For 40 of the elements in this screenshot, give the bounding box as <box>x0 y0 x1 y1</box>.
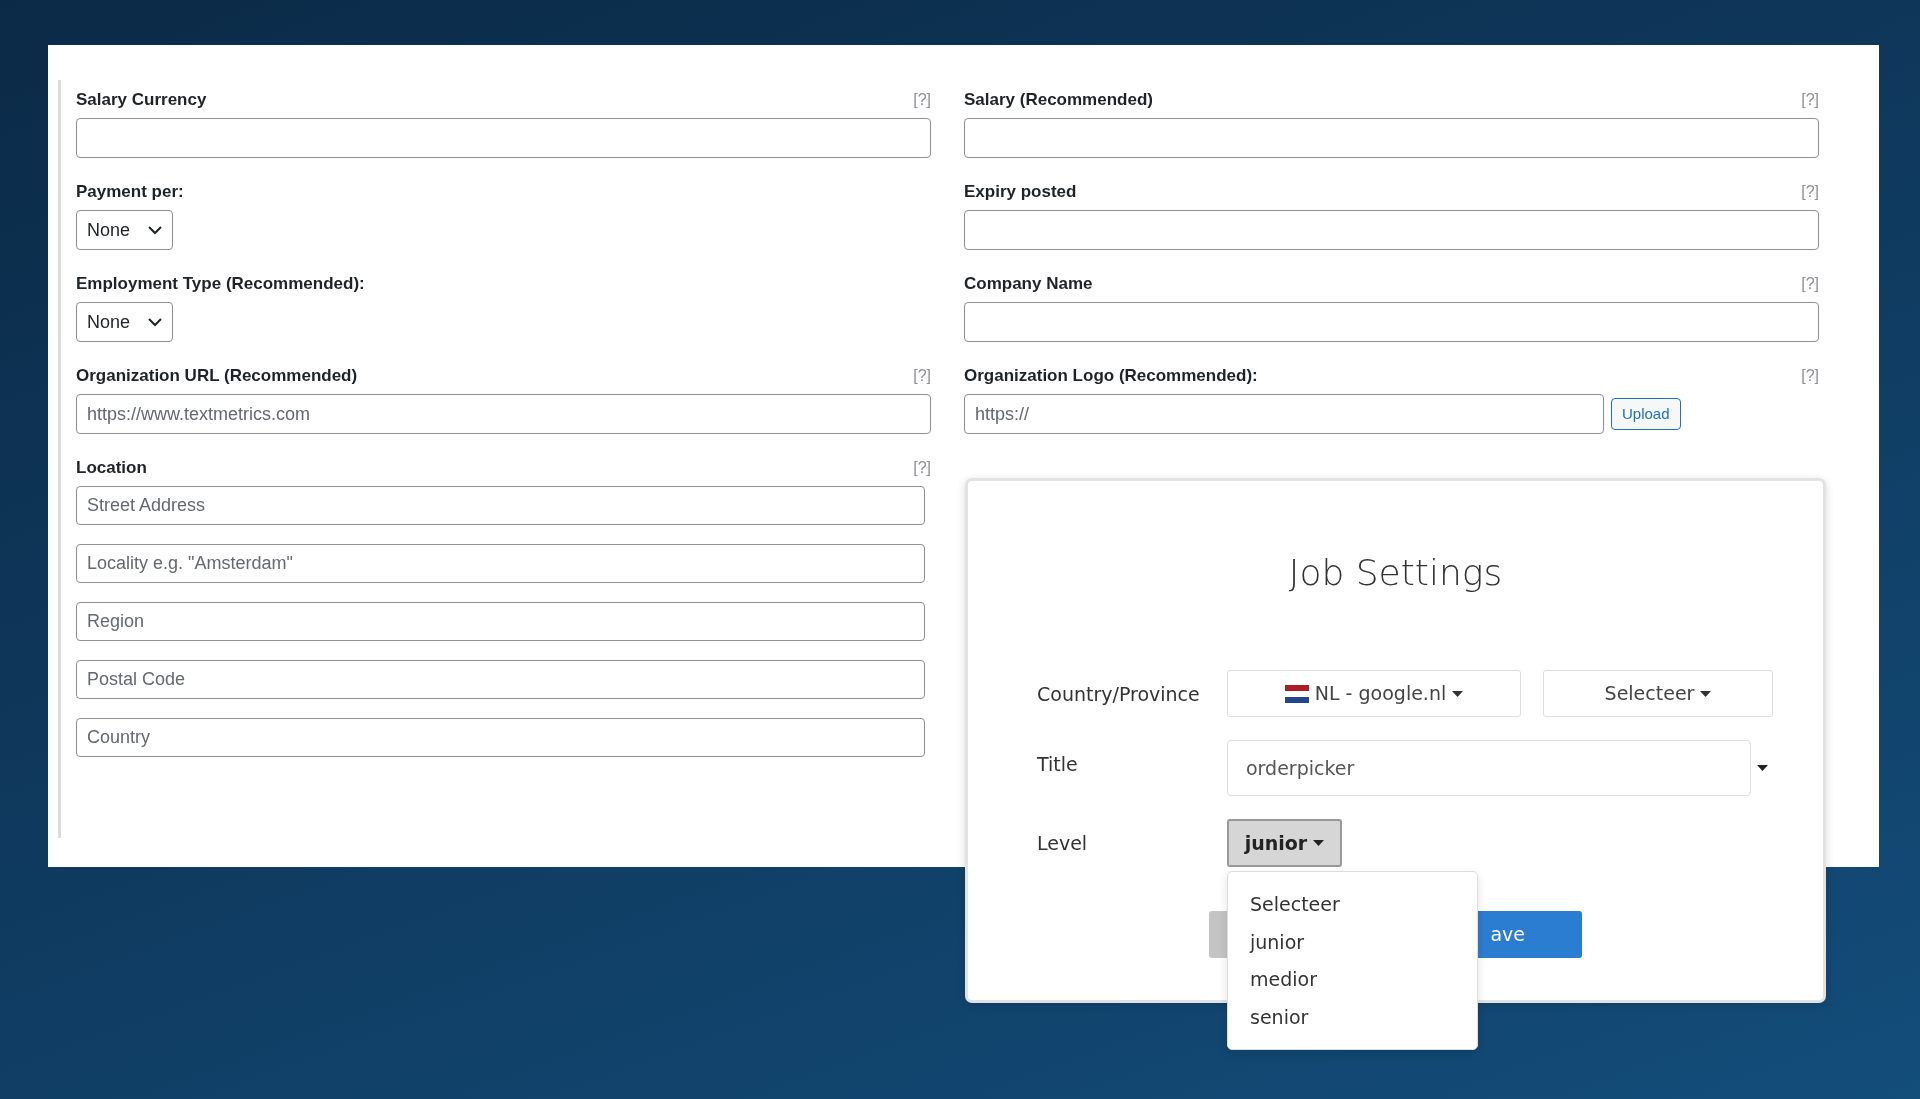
text-field[interactable] <box>76 118 931 158</box>
field-label: Salary (Recommended) <box>964 90 1153 110</box>
field-label: Organization Logo (Recommended): <box>964 366 1258 386</box>
province-dropdown[interactable]: Selecteer <box>1543 670 1773 717</box>
level-dropdown[interactable]: junior <box>1227 819 1342 867</box>
text-field[interactable] <box>964 302 1819 342</box>
field-label: Salary Currency <box>76 90 207 110</box>
caret-icon <box>1700 690 1712 697</box>
field-label: Location <box>76 458 147 478</box>
text-field[interactable]: https://www.textmetrics.com <box>76 394 931 434</box>
select-dropdown[interactable]: None <box>76 302 174 342</box>
text-field[interactable]: Region <box>76 602 925 641</box>
field-label: Organization URL (Recommended) <box>76 366 358 386</box>
menu-item[interactable]: senior <box>1228 998 1477 1036</box>
caret-icon <box>1452 690 1464 697</box>
text-field[interactable]: Street Address <box>76 486 925 525</box>
card-title: Job Settings <box>1287 551 1504 595</box>
field-label: Expiry posted <box>964 182 1077 202</box>
chevron-down-icon <box>148 225 163 235</box>
field-label: Level <box>1037 831 1089 856</box>
text-field[interactable]: Country <box>76 718 925 757</box>
field-label: Employment Type (Recommended): <box>76 274 365 294</box>
caret-icon <box>1313 840 1325 846</box>
country-dropdown[interactable]: NL - google.nl <box>1227 670 1521 717</box>
field-label: Company Name <box>964 274 1093 294</box>
text-field[interactable] <box>964 210 1819 250</box>
caret-icon <box>1757 765 1768 771</box>
upload-button[interactable]: Upload <box>1611 398 1681 430</box>
text-field[interactable] <box>964 118 1819 158</box>
url-field[interactable]: https:// <box>964 394 1604 434</box>
chevron-down-icon <box>148 317 163 327</box>
field-label: Title <box>1037 752 1079 777</box>
flag-icon <box>1284 684 1309 703</box>
field-label: Payment per: <box>76 182 184 202</box>
text-field[interactable]: Locality e.g. "Amsterdam" <box>76 544 925 583</box>
select-dropdown[interactable]: None <box>76 210 174 250</box>
text-field[interactable]: Postal Code <box>76 660 925 699</box>
menu-item[interactable]: medior <box>1228 961 1477 999</box>
title-field[interactable]: orderpicker <box>1227 740 1751 796</box>
field-label: Country/Province <box>1037 682 1201 707</box>
